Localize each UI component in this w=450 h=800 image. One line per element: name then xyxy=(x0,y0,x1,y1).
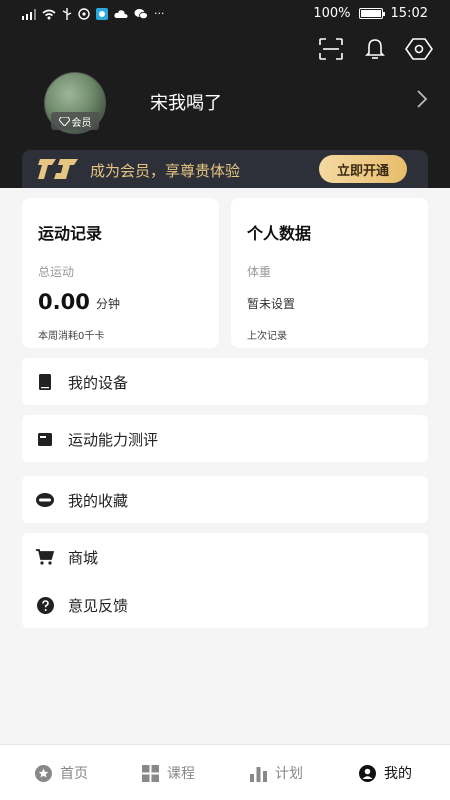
grid-icon xyxy=(142,764,159,782)
menu-item-ability-test[interactable]: 运动能力测评 xyxy=(22,415,428,462)
avatar-container[interactable]: 会员 xyxy=(44,72,106,134)
nav-home[interactable]: 首页 xyxy=(35,763,88,783)
chevron-right-icon xyxy=(417,90,428,108)
weight-value: 暂未设置 xyxy=(247,297,296,311)
nav-home-label: 首页 xyxy=(60,766,88,782)
status-bar: ··· 100% 15:02 xyxy=(0,0,450,30)
wifi-icon xyxy=(42,9,56,19)
menu-item-favorites[interactable]: 我的收藏 xyxy=(22,476,428,523)
menu-item-my-devices[interactable]: 我的设备 xyxy=(22,358,428,405)
vip-logo-icon xyxy=(38,159,78,179)
signal-icon xyxy=(22,8,36,20)
menu-label-ability-test: 运动能力测评 xyxy=(68,431,159,449)
menu-label-feedback: 意见反馈 xyxy=(68,597,129,615)
scan-button[interactable] xyxy=(318,36,344,62)
clock: 15:02 xyxy=(390,6,428,21)
cloud-icon xyxy=(114,10,128,18)
personal-data-card[interactable]: 个人数据 体重 暂未设置 上次记录 xyxy=(231,198,428,348)
settings-icon xyxy=(405,38,433,60)
scan-icon xyxy=(319,38,343,60)
status-right: 100% 15:02 xyxy=(313,6,428,21)
nav-mine-label: 我的 xyxy=(384,766,412,782)
device-icon xyxy=(36,373,54,391)
bell-icon xyxy=(365,39,385,59)
nav-plan[interactable]: 计划 xyxy=(250,763,303,783)
notification-button[interactable] xyxy=(362,36,388,62)
menu-label-my-devices: 我的设备 xyxy=(68,374,129,392)
vpn-icon xyxy=(78,8,90,20)
assessment-icon xyxy=(36,430,54,448)
exercise-total-value: 0.00 xyxy=(38,290,90,314)
menu-label-favorites: 我的收藏 xyxy=(68,492,129,510)
profile-chevron[interactable] xyxy=(416,89,428,113)
usb-icon xyxy=(62,8,72,20)
personal-card-title: 个人数据 xyxy=(247,224,312,243)
exercise-card-title: 运动记录 xyxy=(38,224,103,243)
user-icon xyxy=(359,764,376,782)
vip-banner-text: 成为会员，享尊贵体验 xyxy=(90,162,241,180)
bottom-nav: 首页 课程 计划 我的 xyxy=(0,744,450,800)
menu-group-ability: 运动能力测评 xyxy=(22,415,428,462)
settings-button[interactable] xyxy=(405,36,433,62)
activate-vip-button[interactable]: 立即开通 xyxy=(319,155,407,183)
nav-courses[interactable]: 课程 xyxy=(142,763,195,783)
star-icon xyxy=(35,764,52,782)
help-icon xyxy=(36,596,54,614)
diamond-icon xyxy=(58,116,70,126)
menu-item-feedback[interactable]: 意见反馈 xyxy=(22,581,428,628)
last-record-label: 上次记录 xyxy=(247,331,287,342)
favorites-icon xyxy=(36,491,54,509)
battery-percent: 100% xyxy=(313,6,351,21)
exercise-total-unit: 分钟 xyxy=(96,297,121,311)
nav-mine[interactable]: 我的 xyxy=(359,763,412,783)
member-badge: 会员 xyxy=(51,112,99,130)
menu-group-shop-feedback: 商城 意见反馈 xyxy=(22,533,428,628)
menu-item-shop[interactable]: 商城 xyxy=(22,533,428,580)
app-icon xyxy=(96,8,108,20)
battery-icon xyxy=(358,8,385,19)
exercise-record-card[interactable]: 运动记录 总运动 0.00 分钟 本周消耗0千卡 xyxy=(22,198,219,348)
nav-courses-label: 课程 xyxy=(167,766,195,782)
wechat-icon xyxy=(134,9,148,20)
menu-label-shop: 商城 xyxy=(68,549,99,567)
exercise-weekly-calories: 本周消耗0千卡 xyxy=(38,331,105,342)
vip-banner[interactable]: 成为会员，享尊贵体验 立即开通 xyxy=(22,150,428,188)
username[interactable]: 宋我喝了 xyxy=(150,89,222,115)
profile-header: ··· 100% 15:02 会员 宋我喝了 成为会员，享尊贵体验 立即开通 xyxy=(0,0,450,188)
weight-label: 体重 xyxy=(247,265,272,279)
menu-group-devices: 我的设备 xyxy=(22,358,428,405)
status-more: ··· xyxy=(154,7,165,20)
menu-group-favorites: 我的收藏 xyxy=(22,476,428,523)
status-icons: ··· xyxy=(22,7,165,21)
exercise-total-label: 总运动 xyxy=(38,265,75,279)
nav-plan-label: 计划 xyxy=(275,766,303,782)
member-badge-label: 会员 xyxy=(71,117,92,129)
bar-chart-icon xyxy=(250,766,267,782)
cart-icon xyxy=(36,548,54,566)
